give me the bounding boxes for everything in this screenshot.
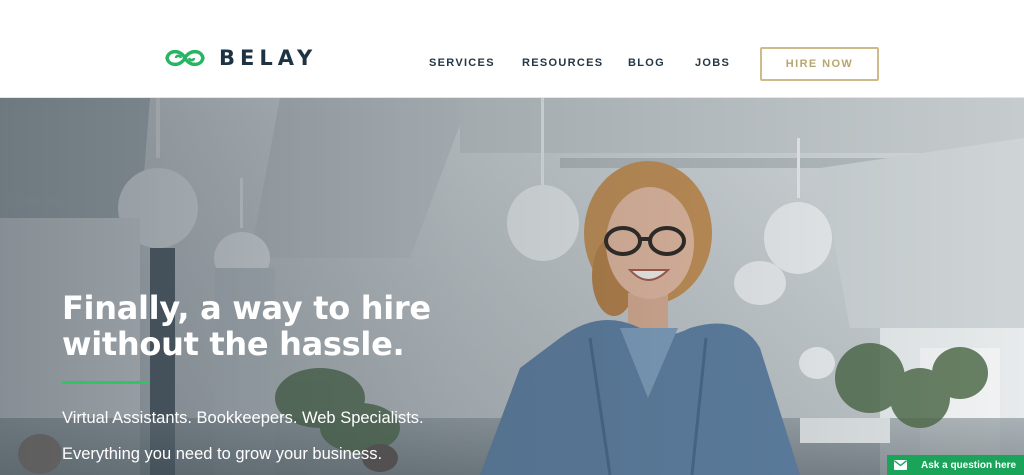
nav-item-services[interactable]: SERVICES bbox=[429, 55, 495, 71]
brand-logo[interactable]: BELAY bbox=[163, 44, 317, 72]
headline-accent-line bbox=[62, 381, 150, 384]
hero-headline-line-2: without the hassle. bbox=[62, 325, 405, 363]
hero-subline-2: Everything you need to grow your busines… bbox=[62, 445, 383, 463]
envelope-icon bbox=[887, 455, 913, 475]
nav-item-jobs[interactable]: JOBS bbox=[695, 55, 730, 71]
hero-headline-line-1: Finally, a way to hire bbox=[62, 289, 431, 327]
nav-item-resources[interactable]: RESOURCES bbox=[522, 55, 603, 71]
chat-label: Ask a question here bbox=[921, 459, 1017, 471]
brand-name: BELAY bbox=[219, 46, 318, 70]
hire-now-button[interactable]: HIRE NOW bbox=[760, 47, 879, 81]
hero-subline-1: Virtual Assistants. Bookkeepers. Web Spe… bbox=[62, 409, 424, 427]
chat-widget[interactable]: Ask a question here bbox=[887, 455, 1024, 475]
hero-section: Finally, a way to hire without the hassl… bbox=[0, 98, 1024, 475]
hero-headline: Finally, a way to hire without the hassl… bbox=[62, 290, 492, 362]
infinity-loop-icon bbox=[165, 49, 205, 67]
site-header: BELAY SERVICES RESOURCES BLOG JOBS HIRE … bbox=[0, 0, 1024, 98]
nav-item-blog[interactable]: BLOG bbox=[628, 55, 665, 71]
